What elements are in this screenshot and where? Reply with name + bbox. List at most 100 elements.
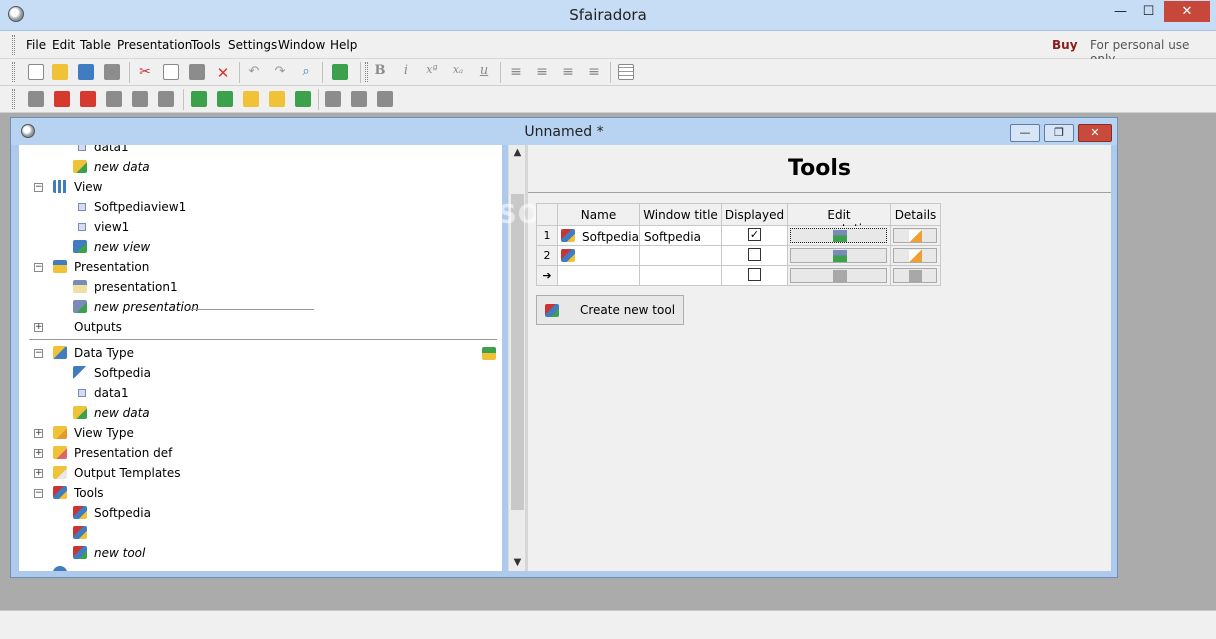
toolbar-grip[interactable] xyxy=(12,89,15,109)
minimize-button[interactable]: — xyxy=(1107,1,1134,22)
tree-node[interactable]: new data xyxy=(19,157,502,177)
delete-row-icon[interactable] xyxy=(80,91,96,107)
superscript-button[interactable]: xª xyxy=(423,63,441,76)
scrollbar-thumb[interactable] xyxy=(511,194,524,510)
collapse-icon[interactable]: − xyxy=(34,263,43,272)
document-close-button[interactable]: ✕ xyxy=(1078,124,1112,142)
undo-icon[interactable]: ↶ xyxy=(246,64,262,80)
document-restore-button[interactable]: ❐ xyxy=(1044,124,1074,142)
name-cell[interactable] xyxy=(558,246,640,266)
split-icon[interactable] xyxy=(158,91,174,107)
tree-node[interactable]: view1 xyxy=(19,217,502,237)
row-header[interactable]: ➔ xyxy=(536,266,558,286)
align-right-icon[interactable]: ≡ xyxy=(560,64,576,80)
displayed-checkbox[interactable] xyxy=(748,268,761,281)
insert-row-above-icon[interactable] xyxy=(54,91,70,107)
menu-settings[interactable]: Settings xyxy=(228,38,277,52)
move-up-icon[interactable] xyxy=(325,91,341,107)
window-title-cell[interactable]: Softpedia xyxy=(640,226,722,246)
close-button[interactable]: ✕ xyxy=(1164,1,1210,22)
tree-node[interactable]: new data xyxy=(19,403,502,423)
col-details[interactable]: Details xyxy=(891,203,941,226)
tree-node[interactable]: − Data Type xyxy=(19,343,502,363)
window-title-cell[interactable] xyxy=(640,246,722,266)
tree-node[interactable]: − Presentation xyxy=(19,257,502,277)
redo-icon[interactable]: ↷ xyxy=(272,64,288,80)
displayed-checkbox[interactable]: ✓ xyxy=(748,228,761,241)
add-view-icon[interactable] xyxy=(217,91,233,107)
bold-button[interactable]: B xyxy=(371,63,389,78)
add-presentation-icon[interactable] xyxy=(243,91,259,107)
menu-tools[interactable]: Tools xyxy=(191,38,221,52)
add-record-icon[interactable] xyxy=(191,91,207,107)
col-name[interactable]: Name xyxy=(558,203,640,226)
edit-presentation-button[interactable] xyxy=(790,228,887,243)
row-header[interactable]: 2 xyxy=(536,246,558,266)
menu-grip[interactable] xyxy=(12,35,15,55)
details-button[interactable] xyxy=(893,268,937,283)
align-left-icon[interactable]: ≡ xyxy=(508,64,524,80)
table-grid-icon[interactable] xyxy=(618,64,634,80)
print-icon[interactable] xyxy=(104,64,120,80)
expand-icon[interactable]: + xyxy=(34,449,43,458)
justify-icon[interactable]: ≡ xyxy=(586,64,602,80)
col-displayed[interactable]: Displayed xyxy=(722,203,788,226)
expand-icon[interactable]: + xyxy=(34,429,43,438)
cut-icon[interactable]: ✂ xyxy=(137,64,153,80)
tree-node[interactable]: − View xyxy=(19,177,502,197)
col-edit-presentation[interactable]: Edit presentation xyxy=(788,203,891,236)
menu-help[interactable]: Help xyxy=(330,38,357,52)
expand-icon[interactable]: + xyxy=(34,469,43,478)
toolbar-grip[interactable] xyxy=(12,62,15,82)
col-window-title[interactable]: Window title xyxy=(640,203,722,226)
menu-edit[interactable]: Edit xyxy=(52,38,75,52)
tree-node[interactable]: new view xyxy=(19,237,502,257)
collapse-icon[interactable]: − xyxy=(34,349,43,358)
menu-window[interactable]: Window xyxy=(278,38,325,52)
scroll-down-icon[interactable]: ▼ xyxy=(509,557,526,568)
add-output-icon[interactable] xyxy=(269,91,285,107)
subscript-button[interactable]: xₐ xyxy=(449,63,467,76)
tree-node[interactable]: Softpedia xyxy=(19,363,502,383)
document-minimize-button[interactable]: — xyxy=(1010,124,1040,142)
delete-column-icon[interactable] xyxy=(132,91,148,107)
open-folder-icon[interactable] xyxy=(52,64,68,80)
row-header[interactable]: 1 xyxy=(536,226,558,246)
menu-table[interactable]: Table xyxy=(80,38,111,52)
save-icon[interactable] xyxy=(78,64,94,80)
paste-icon[interactable] xyxy=(189,64,205,80)
window-title-cell[interactable] xyxy=(640,266,722,286)
rename-edit-line[interactable] xyxy=(190,309,314,310)
tree-node[interactable]: − Tools xyxy=(19,483,502,503)
scroll-up-icon[interactable]: ▲ xyxy=(509,147,526,158)
details-button[interactable] xyxy=(893,228,937,243)
details-button[interactable] xyxy=(893,248,937,263)
new-file-icon[interactable] xyxy=(28,64,44,80)
copy-icon[interactable] xyxy=(163,64,179,80)
tree-node[interactable]: data1 xyxy=(19,383,502,403)
tree-node[interactable]: + Outputs xyxy=(19,317,502,337)
insert-row-icon[interactable] xyxy=(28,91,44,107)
delete-icon[interactable]: ✕ xyxy=(215,64,231,82)
tree-node[interactable]: new tool xyxy=(19,543,502,563)
collapse-icon[interactable]: − xyxy=(34,489,43,498)
tree-node[interactable]: data1 xyxy=(19,145,502,157)
maximize-button[interactable]: ☐ xyxy=(1135,1,1162,22)
buy-link[interactable]: Buy xyxy=(1052,38,1078,52)
tree-node[interactable] xyxy=(19,523,502,543)
tree-node[interactable]: + Output Templates xyxy=(19,463,502,483)
tree-node[interactable]: + Presentation def xyxy=(19,443,502,463)
tree-node[interactable]: new presentation xyxy=(19,297,502,317)
move-out-icon[interactable] xyxy=(377,91,393,107)
displayed-checkbox[interactable] xyxy=(748,248,761,261)
expand-icon[interactable]: + xyxy=(34,323,43,332)
book-icon[interactable] xyxy=(332,64,348,80)
align-center-icon[interactable]: ≡ xyxy=(534,64,550,80)
tree-node[interactable]: presentation1 xyxy=(19,277,502,297)
move-down-icon[interactable] xyxy=(351,91,367,107)
toolbar-grip[interactable] xyxy=(365,62,368,82)
find-icon[interactable]: ⌕ xyxy=(298,64,314,80)
menu-file[interactable]: File xyxy=(26,38,46,52)
tree-node[interactable]: + View Type xyxy=(19,423,502,443)
tree-node[interactable]: Softpedia xyxy=(19,503,502,523)
